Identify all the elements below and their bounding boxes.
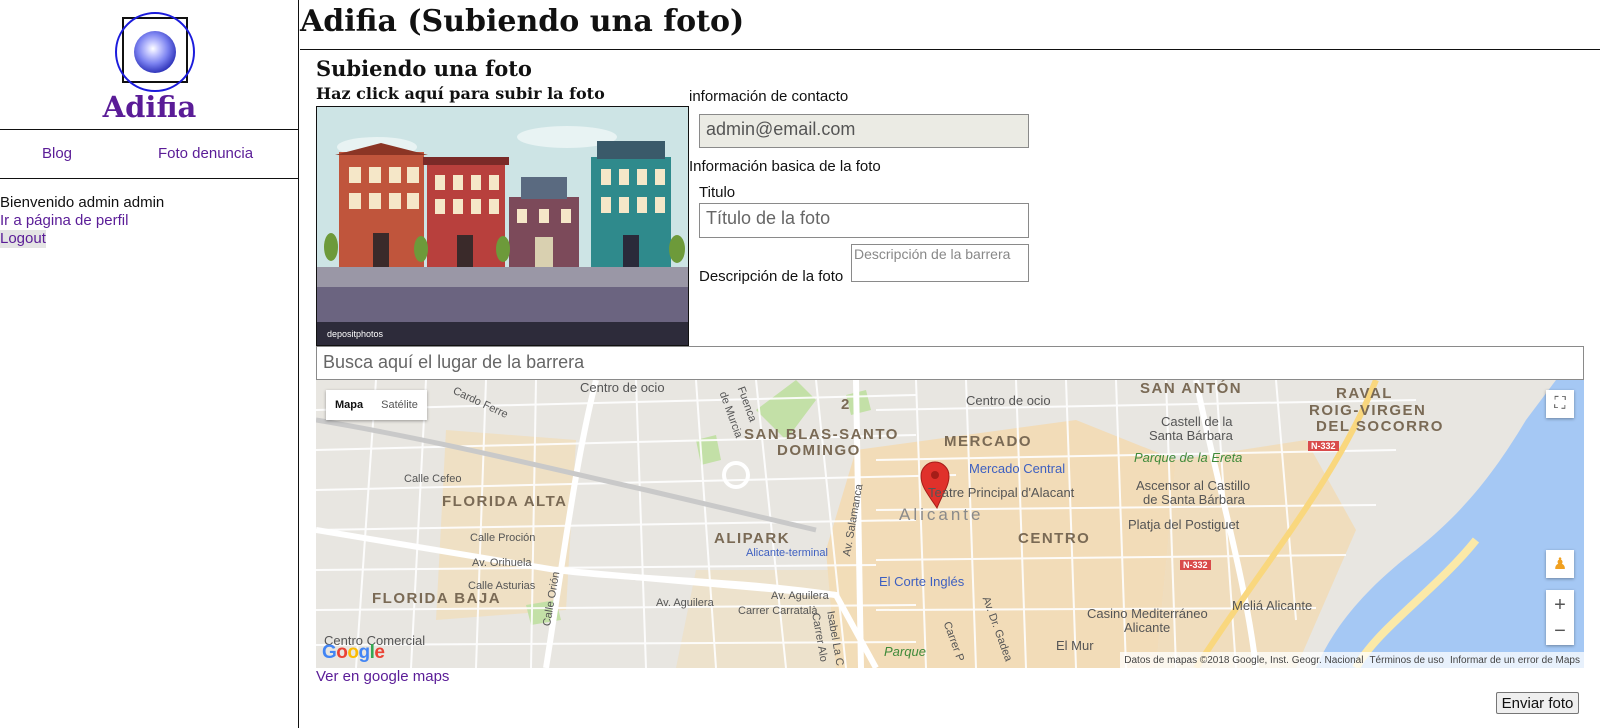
map-label: Centro de ocio xyxy=(966,393,1051,408)
buildings-illustration xyxy=(317,107,688,345)
map-type-satellite-button[interactable]: Satélite xyxy=(372,390,427,420)
map-label: de Santa Bárbara xyxy=(1143,492,1245,507)
email-field: admin@email.com xyxy=(699,114,1029,148)
zoom-out-icon[interactable]: − xyxy=(1554,618,1566,644)
page-title: Adifia (Subiendo una foto) xyxy=(300,4,745,39)
map-label: RAVAL xyxy=(1336,385,1393,402)
google-logo: Google xyxy=(322,642,385,663)
map-label: 2 xyxy=(841,396,851,413)
title-label: Titulo xyxy=(699,184,736,201)
map-label: Parque xyxy=(884,644,926,659)
map-type-control: Mapa Satélite xyxy=(326,390,427,420)
map-label: SAN BLAS-SANTO xyxy=(744,426,899,443)
map-label: FLORIDA BAJA xyxy=(372,590,502,607)
google-map[interactable]: Mapa Satélite ⛶ ♟ + − Centro de ocio Cen… xyxy=(316,380,1584,668)
logo[interactable] xyxy=(112,10,198,94)
map-label: DEL SOCORRO xyxy=(1316,418,1444,435)
zoom-control: + − xyxy=(1546,590,1574,645)
map-label: Av. Orihuela xyxy=(472,557,532,569)
brand-name[interactable]: Adifia xyxy=(0,90,299,124)
map-label: Parque de la Ereta xyxy=(1134,450,1243,465)
place-search-input[interactable]: Busca aquí el lugar de la barrera xyxy=(316,346,1584,380)
description-label: Descripción de la foto xyxy=(699,268,844,285)
map-label: Calle Cefeo xyxy=(404,473,462,485)
header-divider xyxy=(300,49,1600,50)
contact-label: información de contacto xyxy=(689,88,849,105)
road-shield: N-332 xyxy=(1180,560,1211,570)
map-label: Calle Proción xyxy=(470,532,536,544)
map-label: Casino Mediterráneo xyxy=(1087,606,1208,621)
map-label: Centro de ocio xyxy=(580,380,665,395)
map-label: DOMINGO xyxy=(777,442,861,459)
sidebar: Adifia Blog Foto denuncia Bienvenido adm… xyxy=(0,0,299,728)
upload-hint: Haz click aquí para subir la foto xyxy=(316,84,605,103)
map-label: ROIG-VIRGEN xyxy=(1309,402,1427,419)
profile-link[interactable]: Ir a página de perfil xyxy=(0,212,164,230)
basic-info-label: Información basica de la foto xyxy=(689,158,881,175)
map-label: Av. Aguilera xyxy=(656,597,714,609)
divider xyxy=(0,178,299,179)
map-label: El Mur xyxy=(1056,638,1094,653)
map-report-error-link[interactable]: Informar de un error de Maps xyxy=(1450,655,1580,666)
submit-photo-button[interactable]: Enviar foto xyxy=(1496,692,1579,714)
map-label: Calle Asturias xyxy=(468,580,536,592)
map-label: Castell de la xyxy=(1161,414,1233,429)
map-label: Meliá Alicante xyxy=(1232,598,1313,613)
map-label: Santa Bárbara xyxy=(1149,428,1233,443)
map-label: Alicante xyxy=(1124,620,1171,635)
zoom-in-icon[interactable]: + xyxy=(1554,592,1566,618)
map-label: ALIPARK xyxy=(714,530,791,547)
divider xyxy=(0,129,299,130)
nav-blog-link[interactable]: Blog xyxy=(42,145,72,162)
street-view-pegman-icon[interactable]: ♟ xyxy=(1546,550,1574,578)
map-label: El Corte Inglés xyxy=(879,574,965,589)
map-label: Av. Aguilera xyxy=(771,590,829,602)
road-shield: N-332 xyxy=(1308,441,1339,451)
map-label: Alicante xyxy=(899,505,984,524)
map-label: Alicante-terminal xyxy=(746,547,828,559)
map-label: Platja del Postiguet xyxy=(1128,517,1240,532)
map-label: Mercado Central xyxy=(969,461,1066,476)
map-label: MERCADO xyxy=(944,433,1032,450)
map-label: Ascensor al Castillo xyxy=(1136,478,1251,493)
title-input[interactable]: Título de la foto xyxy=(699,203,1029,238)
map-label: Carrer Carratalà xyxy=(738,605,818,617)
form-heading: Subiendo una foto xyxy=(316,56,532,81)
user-panel: Bienvenido admin admin Ir a página de pe… xyxy=(0,194,164,248)
logo-sphere-icon xyxy=(134,31,176,73)
map-attribution: Datos de mapas ©2018 Google, Inst. Geogr… xyxy=(1120,652,1584,668)
logout-link[interactable]: Logout xyxy=(0,230,46,248)
map-data-credit: Datos de mapas ©2018 Google, Inst. Geogr… xyxy=(1124,654,1364,666)
map-label: SAN ANTÓN xyxy=(1140,380,1243,397)
map-label: FLORIDA ALTA xyxy=(442,493,568,510)
watermark: depositphotos xyxy=(327,329,384,339)
map-label: CENTRO xyxy=(1018,530,1091,547)
description-textarea[interactable]: Descripción de la barrera xyxy=(851,244,1029,282)
fullscreen-icon[interactable]: ⛶ xyxy=(1546,390,1574,418)
welcome-text: Bienvenido admin admin xyxy=(0,194,165,211)
nav-foto-denuncia-link[interactable]: Foto denuncia xyxy=(158,145,253,162)
map-terms-link[interactable]: Términos de uso xyxy=(1369,655,1443,666)
map-label: Teatre Principal d'Alacant xyxy=(928,485,1075,500)
google-maps-link[interactable]: Ver en google maps xyxy=(316,668,449,685)
map-type-map-button[interactable]: Mapa xyxy=(326,390,372,420)
photo-upload-preview[interactable]: depositphotos xyxy=(316,106,689,346)
